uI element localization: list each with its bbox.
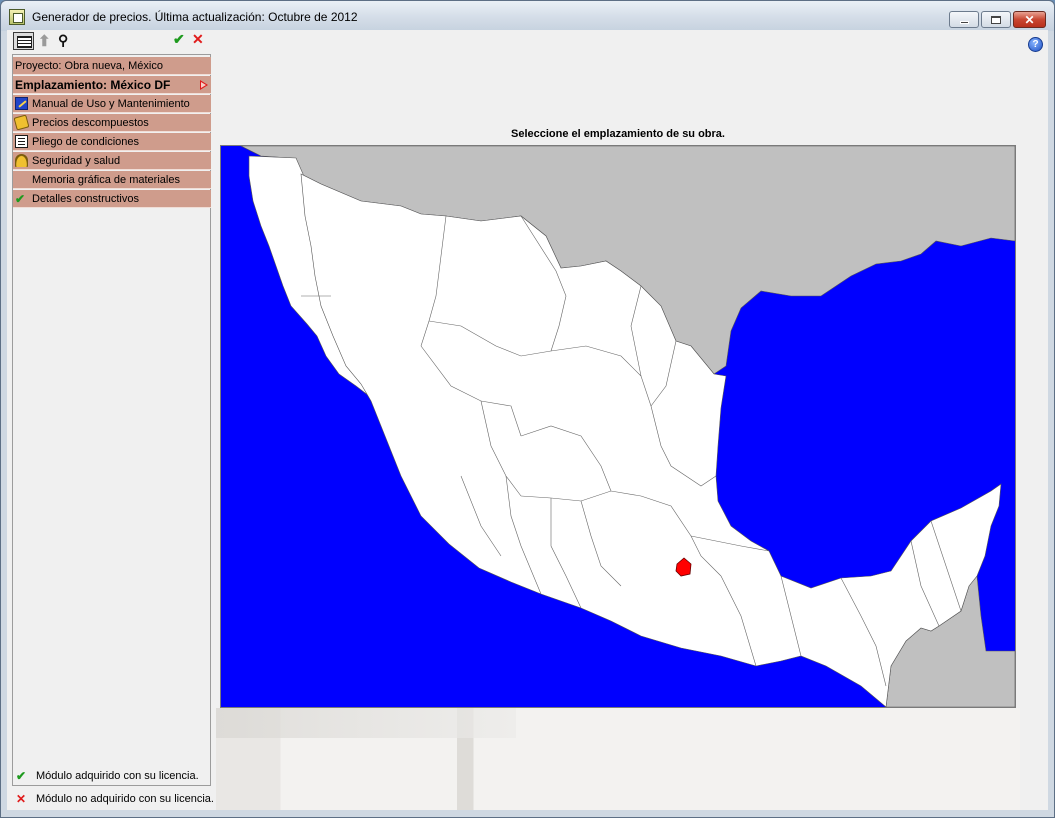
right-strip <box>1020 30 1048 810</box>
legend-acquired-text: Módulo adquirido con su licencia. <box>36 770 199 782</box>
sidebar-item-precios[interactable]: Precios descompuestos <box>13 114 211 132</box>
up-arrow-icon[interactable]: ⬆ <box>38 32 51 50</box>
project-label: Proyecto: Obra nueva, México <box>15 60 163 72</box>
sidebar-item-pliego[interactable]: Pliego de condiciones <box>13 133 211 151</box>
maximize-icon <box>991 15 1001 24</box>
cross-icon: ✕ <box>16 792 27 806</box>
help-button[interactable]: ? <box>1028 37 1043 52</box>
price-tag-icon <box>13 114 30 131</box>
check-icon: ✔ <box>16 769 27 783</box>
sidebar-item-manual[interactable]: Manual de Uso y Mantenimiento <box>13 95 211 113</box>
sidebar-item-label: Precios descompuestos <box>32 117 149 129</box>
minimize-button[interactable] <box>949 11 979 28</box>
check-icon[interactable]: ✔ <box>173 31 185 48</box>
help-icon: ? <box>1032 39 1039 50</box>
location-label: Emplazamiento: México DF <box>15 78 171 92</box>
wrench-icon <box>15 97 28 110</box>
legend-not-acquired: ✕ Módulo no adquirido con su licencia. <box>16 792 214 806</box>
mexico-map <box>221 146 1015 707</box>
map-panel <box>220 145 1016 708</box>
sidebar-item-label: Pliego de condiciones <box>32 136 140 148</box>
sidebar-item-memoria[interactable]: Memoria gráfica de materiales <box>13 171 211 189</box>
sidebar-item-seguridad[interactable]: Seguridad y salud <box>13 152 211 170</box>
sidebar-item-label: Seguridad y salud <box>32 155 121 167</box>
legend-acquired: ✔ Módulo adquirido con su licencia. <box>16 769 199 783</box>
document-icon <box>15 135 28 148</box>
check-icon: ✔ <box>15 192 26 206</box>
app-icon <box>9 9 25 25</box>
project-row[interactable]: Proyecto: Obra nueva, México <box>13 57 211 75</box>
maximize-button[interactable] <box>981 11 1011 28</box>
location-row[interactable]: Emplazamiento: México DF <box>13 76 211 94</box>
cross-icon[interactable]: ✕ <box>192 31 204 48</box>
list-view-icon[interactable] <box>13 32 34 50</box>
close-icon: ✕ <box>1024 12 1035 27</box>
module-menu: Proyecto: Obra nueva, México Emplazamien… <box>12 54 211 786</box>
legend-not-acquired-text: Módulo no adquirido con su licencia. <box>36 793 214 805</box>
window-title: Generador de precios. Última actualizaci… <box>32 10 358 24</box>
sidebar-item-detalles[interactable]: ✔ Detalles constructivos <box>13 190 211 208</box>
background-decoration <box>216 708 1020 810</box>
minimize-icon <box>959 21 969 24</box>
toolbar: ⬆ ⚲ ✔ ✕ <box>12 30 212 53</box>
close-button[interactable]: ✕ <box>1013 11 1046 28</box>
binoculars-icon[interactable]: ⚲ <box>58 32 68 49</box>
arrow-right-icon <box>200 80 208 90</box>
left-panel: ⬆ ⚲ ✔ ✕ Proyecto: Obra nueva, México Emp… <box>12 30 214 809</box>
sidebar-item-label: Memoria gráfica de materiales <box>32 174 180 186</box>
title-bar: Generador de precios. Última actualizaci… <box>1 1 1054 31</box>
map-title: Seleccione el emplazamiento de su obra. <box>511 128 725 140</box>
sidebar-item-label: Manual de Uso y Mantenimiento <box>32 98 190 110</box>
hard-hat-icon <box>15 154 28 167</box>
sidebar-item-label: Detalles constructivos <box>32 193 139 205</box>
